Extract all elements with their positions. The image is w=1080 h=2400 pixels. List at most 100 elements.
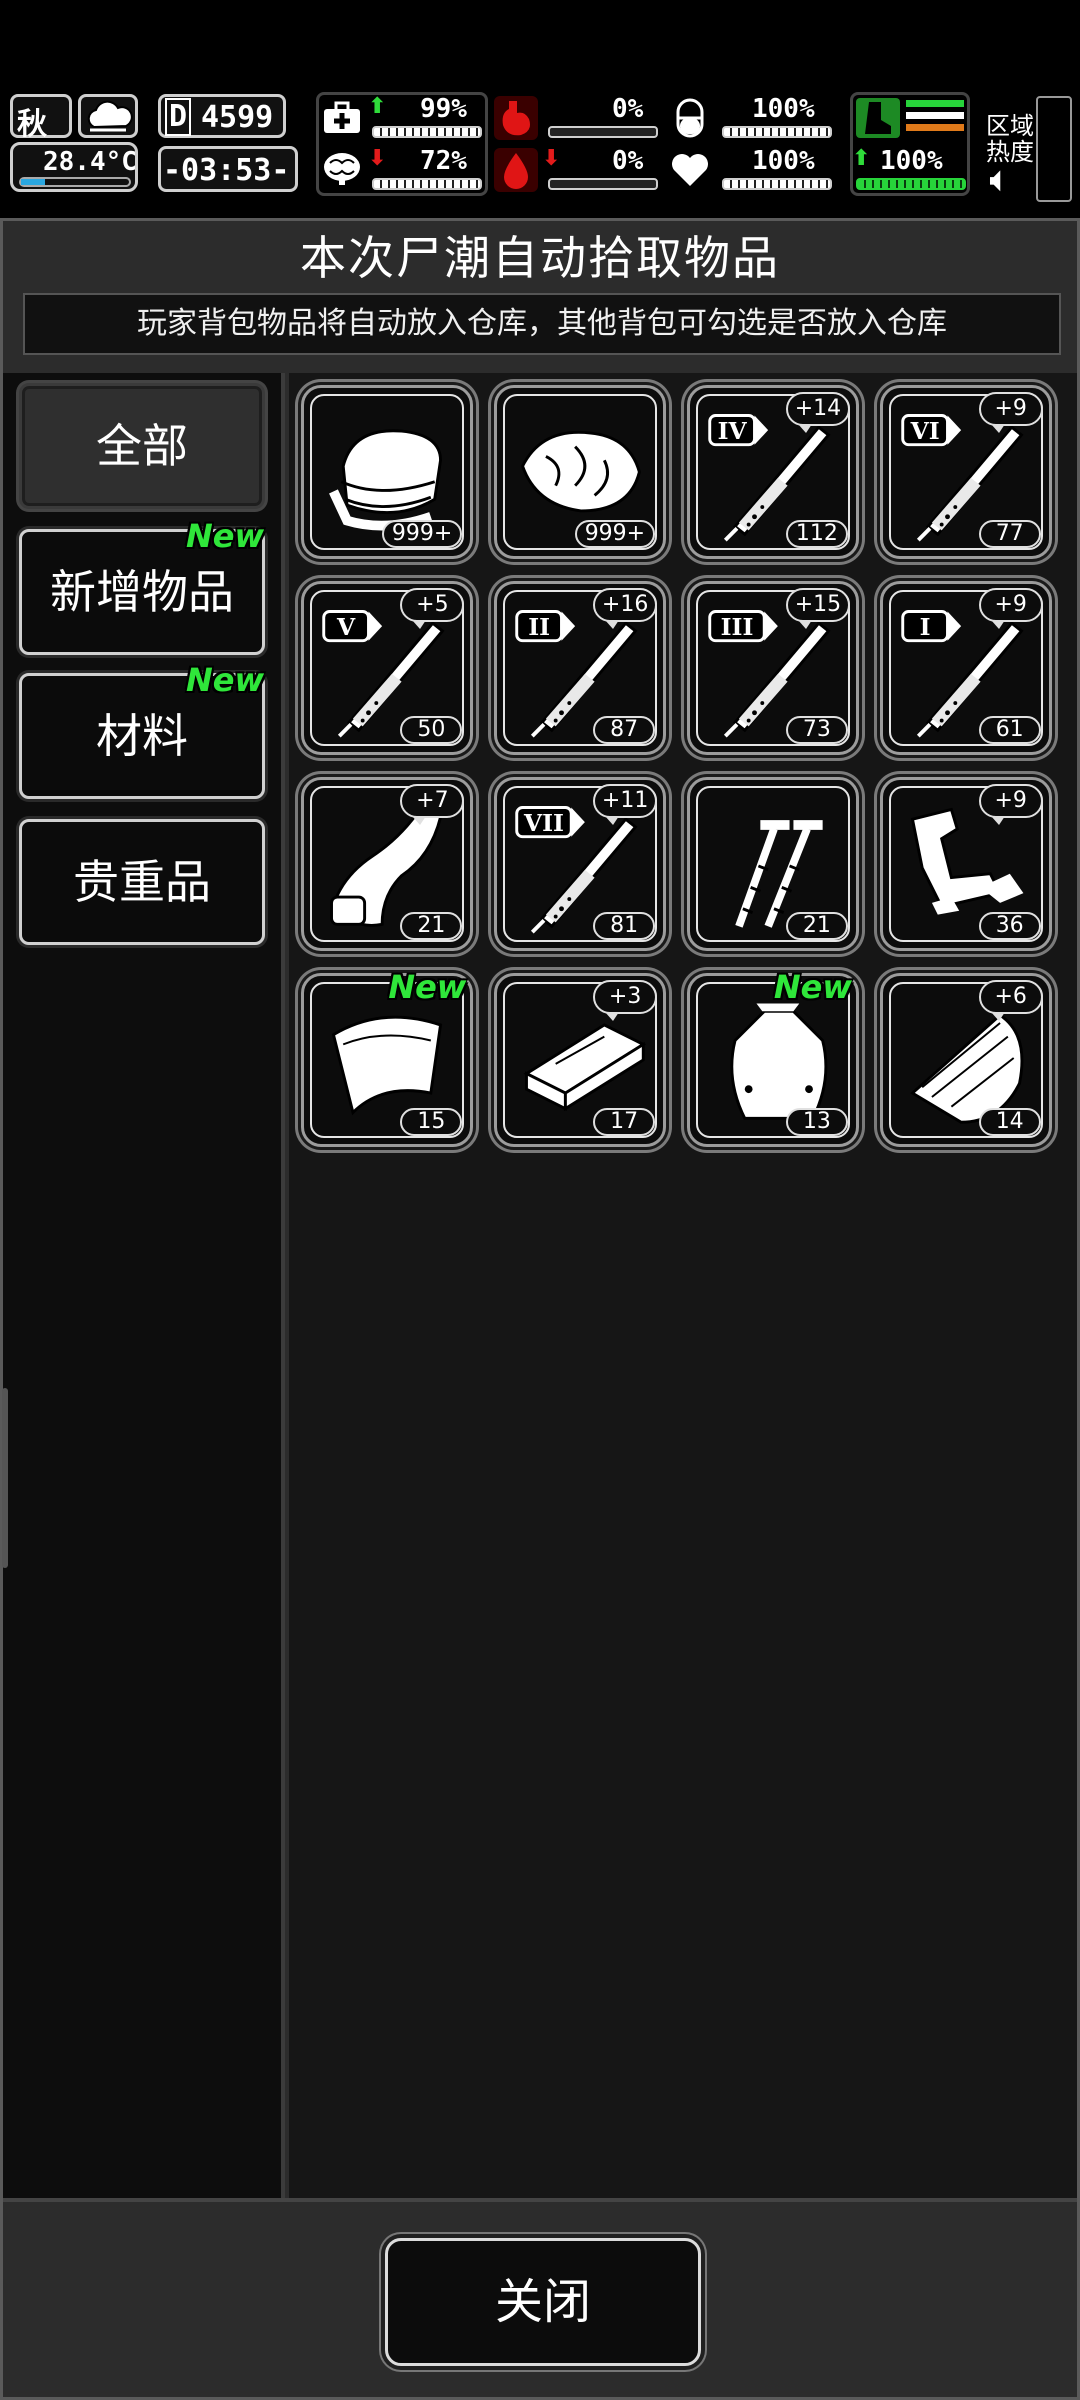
category-label: 贵重品: [73, 855, 211, 909]
item-count: 17: [593, 1107, 656, 1136]
category-all[interactable]: 全部: [19, 383, 265, 509]
blood-drop-icon: [494, 148, 538, 192]
item-slot[interactable]: 13 New: [686, 968, 859, 1147]
item-slot[interactable]: II 87 +16: [494, 581, 667, 756]
health-value: 99%: [420, 94, 467, 124]
hunger-bar: [548, 126, 658, 138]
item-count: 13: [785, 1107, 848, 1136]
health-bar: [372, 126, 482, 138]
sanity-down-arrow: ⬇: [368, 146, 387, 171]
bleeding-down-arrow: ⬇: [542, 146, 561, 171]
item-slot[interactable]: 999+: [494, 385, 667, 560]
item-slot[interactable]: IV 112 +14: [686, 385, 859, 560]
stamina-stripes: [906, 100, 964, 136]
weather-badge: [78, 94, 138, 138]
panel-footer: 关闭: [3, 2198, 1077, 2397]
panel-subtitle: 玩家背包物品将自动放入仓库，其他背包可勾选是否放入仓库: [23, 293, 1061, 355]
item-bonus-badge: +9: [978, 588, 1043, 630]
new-badge: New: [185, 661, 264, 699]
panel-title: 本次尸潮自动拾取物品: [300, 231, 780, 285]
svg-text:III: III: [721, 613, 754, 641]
item-count: 87: [593, 716, 656, 745]
speaker-icon[interactable]: 🔈︎: [990, 160, 1009, 199]
heart-value: 100%: [752, 146, 815, 176]
item-bonus-badge: +7: [400, 784, 465, 826]
svg-text:II: II: [528, 613, 550, 641]
bleeding-value: 0%: [612, 146, 644, 176]
auto-pickup-panel: 本次尸潮自动拾取物品 玩家背包物品将自动放入仓库，其他背包可勾选是否放入仓库 全…: [0, 218, 1080, 2400]
item-bonus-badge: +9: [978, 784, 1043, 826]
svg-text:IV: IV: [717, 417, 747, 445]
medicine-value: 100%: [752, 94, 815, 124]
stomach-icon: [494, 96, 538, 140]
health-up-arrow: ⬆: [368, 94, 387, 119]
boot-icon: [856, 98, 900, 138]
item-slot[interactable]: 36 +9: [879, 777, 1052, 952]
item-bonus-badge: +6: [978, 979, 1043, 1021]
item-slot[interactable]: 17 +3: [494, 972, 667, 1147]
item-grid: 999+ 999+ IV 112 +14 VI 77 +9 V 50 +5 II 87 +16: [289, 373, 1077, 2198]
day-value: 4599: [201, 100, 274, 135]
item-count: 81: [593, 912, 656, 941]
item-count: 112: [785, 520, 848, 549]
clock-text: -03:53-: [163, 153, 290, 188]
item-count: 73: [785, 716, 848, 745]
sanity-value: 72%: [420, 146, 467, 176]
item-bonus-badge: +5: [400, 588, 465, 630]
item-slot[interactable]: 14 +6: [879, 972, 1052, 1147]
item-slot[interactable]: 21 +7: [301, 777, 474, 952]
item-slot[interactable]: VI 77 +9: [879, 385, 1052, 560]
svg-text:VII: VII: [523, 809, 564, 837]
item-bonus-badge: +14: [785, 392, 850, 434]
temperature-box: 28.4°C: [10, 142, 138, 192]
brain-icon: [320, 148, 364, 188]
item-bonus-badge: +16: [593, 588, 658, 630]
hunger-value: 0%: [612, 94, 644, 124]
day-prefix: D: [165, 98, 192, 136]
bleeding-bar: [548, 178, 658, 190]
category-valuables[interactable]: 贵重品: [19, 819, 265, 945]
item-slot[interactable]: 999+: [301, 385, 474, 560]
item-slot[interactable]: III 73 +15: [686, 581, 859, 756]
item-count: 61: [978, 716, 1041, 745]
item-count: 999+: [574, 520, 656, 549]
item-slot[interactable]: 21: [686, 777, 859, 952]
item-count: 21: [785, 912, 848, 941]
close-button[interactable]: 关闭: [385, 2238, 701, 2366]
svg-text:I: I: [919, 613, 930, 641]
item-slot[interactable]: V 50 +5: [301, 581, 474, 756]
item-count: 21: [400, 912, 463, 941]
new-badge: New: [185, 517, 264, 555]
new-badge: New: [388, 967, 467, 1006]
pill-icon: [668, 96, 712, 140]
clock-box: -03:53-: [158, 146, 298, 192]
svg-text:V: V: [336, 613, 356, 641]
stamina-up-arrow: ⬆: [852, 146, 871, 171]
item-count: 15: [400, 1107, 463, 1136]
category-new-items[interactable]: 新增物品 New: [19, 518, 265, 655]
category-label: 全部: [96, 419, 188, 473]
medicine-bar: [722, 126, 832, 138]
status-hud: 秋 28.4°C D 4599 -03:53- ⬆ 99% ⬇ 72% 0% ⬇…: [0, 88, 1080, 212]
heart-bar: [722, 178, 832, 190]
item-bonus-badge: +3: [593, 979, 658, 1021]
cloud-icon: [87, 100, 133, 132]
zone-heat-meter: [1036, 96, 1072, 202]
scroll-handle[interactable]: [2, 1388, 8, 1568]
medkit-icon: [320, 98, 364, 138]
category-sidebar: 全部 新增物品 New 材料 New 贵重品: [3, 373, 285, 2198]
item-slot[interactable]: VII 81 +11: [494, 777, 667, 952]
item-bonus-badge: +15: [785, 588, 850, 630]
item-count: 50: [400, 716, 463, 745]
item-slot[interactable]: I 61 +9: [879, 581, 1052, 756]
category-materials[interactable]: 材料 New: [19, 662, 265, 799]
heart-icon: [668, 148, 712, 192]
item-bonus-badge: +9: [978, 392, 1043, 434]
season-text: 秋: [17, 107, 47, 142]
item-bonus-badge: +11: [593, 784, 658, 826]
sanity-bar: [372, 178, 482, 190]
item-slot[interactable]: 15 New: [301, 968, 474, 1147]
stamina-bar: [856, 178, 966, 190]
temperature-bar: [19, 177, 131, 187]
category-label: 材料: [96, 709, 188, 763]
